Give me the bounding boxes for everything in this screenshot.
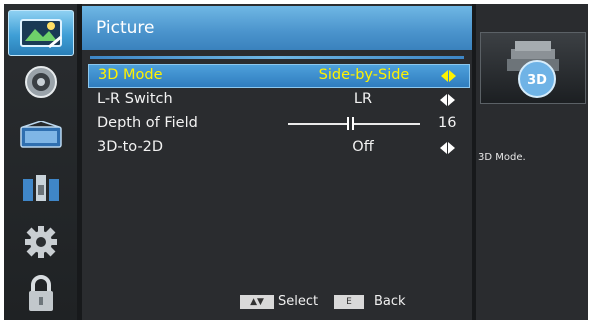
menu-item-3d-mode[interactable]: 3D Mode Side-by-Side <box>88 64 470 88</box>
channel-icon[interactable] <box>10 116 72 156</box>
menu-header: Picture <box>82 6 472 50</box>
depth-slider-thumb[interactable] <box>347 117 354 130</box>
picture-icon[interactable] <box>8 10 74 56</box>
e-key-icon: E <box>334 295 364 309</box>
depth-slider-track[interactable] <box>288 123 420 125</box>
menu-item-value: Side-by-Side <box>318 67 410 83</box>
3d-preview-image: 3D <box>480 32 586 104</box>
depth-slider-value: 16 <box>438 115 457 131</box>
menu-item-3d-to-2d[interactable]: 3D-to-2D Off <box>88 137 468 159</box>
left-right-arrows-icon[interactable] <box>440 94 456 106</box>
select-hint: Select <box>278 294 319 309</box>
menu-item-label: 3D Mode <box>98 67 163 83</box>
help-panel: 3D 3D Mode. <box>476 4 588 320</box>
header-divider <box>90 56 464 59</box>
menu-item-depth-of-field[interactable]: Depth of Field 16 <box>88 113 468 135</box>
menu-panel: Picture 3D Mode Side-by-Side L-R Switch … <box>82 4 472 320</box>
menu-title: Picture <box>96 18 155 38</box>
svg-text:3D: 3D <box>527 73 547 88</box>
category-sidebar <box>4 4 77 320</box>
settings-gear-icon[interactable] <box>10 222 72 262</box>
key-guide: ▲▼ Select E Back <box>82 294 472 312</box>
menu-item-label: L-R Switch <box>97 91 173 107</box>
lock-icon[interactable] <box>10 274 72 314</box>
sound-icon[interactable] <box>10 62 72 102</box>
menu-item-lr-switch[interactable]: L-R Switch LR <box>88 89 468 111</box>
menu-item-label: 3D-to-2D <box>97 139 164 155</box>
menu-item-label: Depth of Field <box>97 115 198 131</box>
help-text: 3D Mode. <box>478 152 526 163</box>
menu-item-value: Off <box>352 139 374 155</box>
back-hint: Back <box>374 294 406 309</box>
up-down-key-icon: ▲▼ <box>240 295 274 309</box>
setup-icon[interactable] <box>10 168 72 208</box>
left-right-arrows-icon[interactable] <box>440 142 456 154</box>
menu-item-value: LR <box>353 91 373 107</box>
tv-osd: Picture 3D Mode Side-by-Side L-R Switch … <box>4 4 588 320</box>
left-right-arrows-icon[interactable] <box>441 70 457 82</box>
